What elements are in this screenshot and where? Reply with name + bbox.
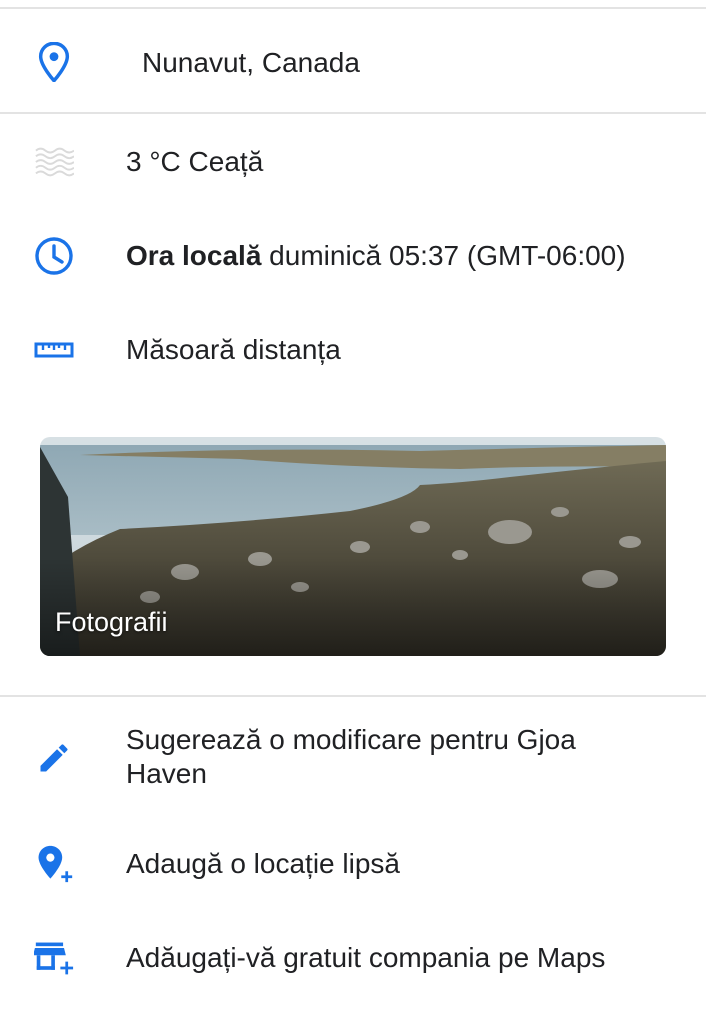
local-time-label: Ora locală bbox=[126, 240, 262, 271]
fog-icon bbox=[34, 142, 74, 182]
add-business-icon bbox=[34, 938, 74, 978]
location-text: Nunavut, Canada bbox=[142, 47, 360, 78]
section-divider-2 bbox=[0, 695, 706, 697]
add-missing-place-row[interactable]: Adaugă o locație lipsă bbox=[0, 832, 706, 896]
local-time-row: Ora locală duminică 05:37 (GMT-06:00) bbox=[0, 226, 706, 286]
local-time-value: duminică 05:37 (GMT-06:00) bbox=[261, 240, 626, 271]
ruler-icon bbox=[34, 330, 74, 370]
clock-icon bbox=[34, 236, 74, 276]
photos-label: Fotografii bbox=[55, 607, 168, 637]
top-divider bbox=[0, 7, 706, 9]
suggest-edit-row[interactable]: Sugerează o modificare pentru Gjoa Haven bbox=[0, 720, 706, 800]
edit-pencil-icon bbox=[34, 738, 74, 778]
location-row[interactable]: Nunavut, Canada bbox=[0, 32, 706, 92]
local-time-text: Ora locală duminică 05:37 (GMT-06:00) bbox=[126, 239, 676, 273]
add-business-row[interactable]: Adăugați-vă gratuit compania pe Maps bbox=[0, 926, 706, 990]
add-missing-place-text: Adaugă o locație lipsă bbox=[126, 848, 400, 879]
add-location-icon bbox=[34, 844, 74, 884]
section-divider-1 bbox=[0, 112, 706, 114]
weather-row: 3 °C Ceață bbox=[0, 132, 706, 192]
measure-distance-text: Măsoară distanța bbox=[126, 334, 341, 365]
measure-distance-row[interactable]: Măsoară distanța bbox=[0, 320, 706, 380]
location-pin-icon bbox=[34, 42, 74, 82]
weather-text: 3 °C Ceață bbox=[126, 146, 264, 177]
add-business-text: Adăugați-vă gratuit compania pe Maps bbox=[126, 942, 606, 973]
photos-card[interactable]: Fotografii bbox=[40, 437, 666, 656]
suggest-edit-text: Sugerează o modificare pentru Gjoa Haven bbox=[126, 724, 576, 789]
